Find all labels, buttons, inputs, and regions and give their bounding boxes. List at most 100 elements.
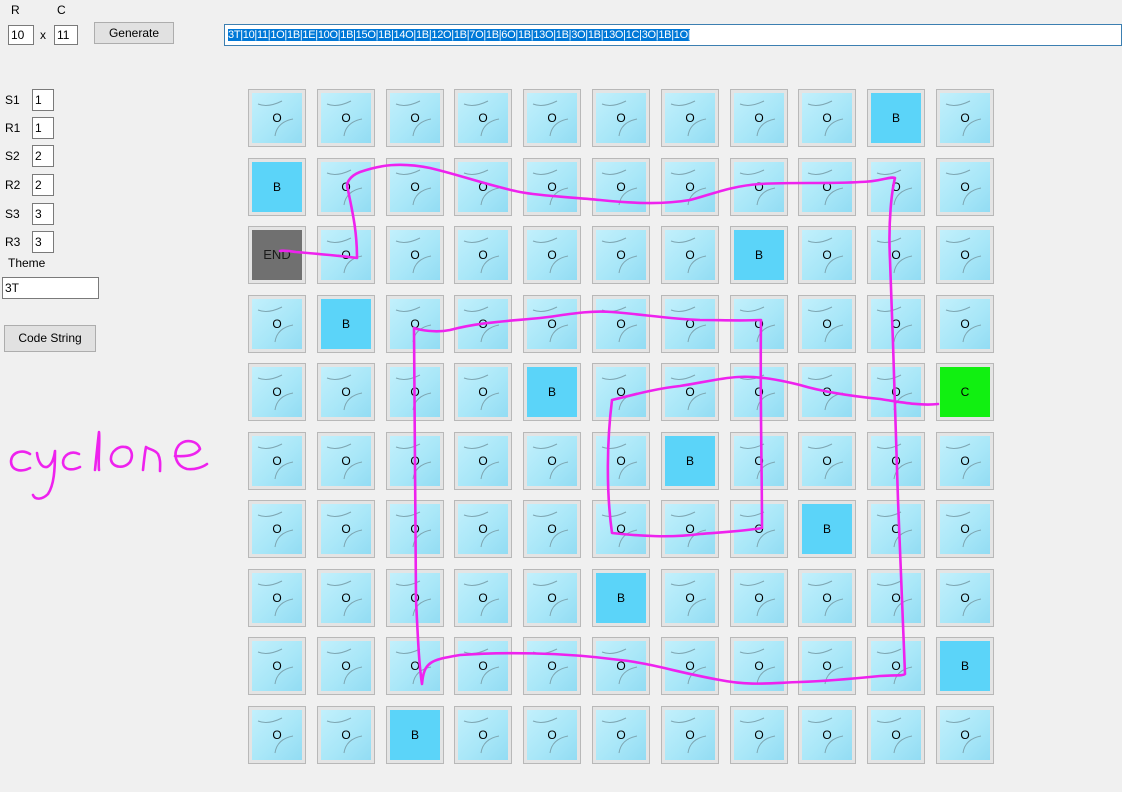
board-cell-open[interactable]: O: [798, 363, 856, 421]
board-cell-open[interactable]: O: [661, 363, 719, 421]
board-cell-open[interactable]: O: [730, 89, 788, 147]
board-cell-open[interactable]: O: [592, 363, 650, 421]
board-cell-open[interactable]: O: [730, 706, 788, 764]
board-cell-open[interactable]: O: [317, 226, 375, 284]
board-cell-open[interactable]: O: [386, 569, 444, 627]
board-cell-open[interactable]: O: [798, 295, 856, 353]
board-cell-open[interactable]: O: [317, 158, 375, 216]
board-cell-open[interactable]: O: [386, 295, 444, 353]
board-cell-end[interactable]: END: [248, 226, 306, 284]
board-cell-open[interactable]: O: [730, 295, 788, 353]
board-cell-blocked[interactable]: B: [248, 158, 306, 216]
board-cell-blocked[interactable]: B: [317, 295, 375, 353]
board-cell-open[interactable]: O: [248, 432, 306, 490]
board-cell-open[interactable]: O: [867, 226, 925, 284]
board-cell-open[interactable]: O: [936, 226, 994, 284]
board-cell-open[interactable]: O: [592, 295, 650, 353]
board-cell-open[interactable]: O: [523, 706, 581, 764]
board-cell-open[interactable]: O: [798, 637, 856, 695]
field-input-s1[interactable]: [32, 89, 54, 111]
board-cell-open[interactable]: O: [798, 706, 856, 764]
board-cell-open[interactable]: O: [523, 226, 581, 284]
board-cell-open[interactable]: O: [661, 89, 719, 147]
board-cell-open[interactable]: O: [317, 500, 375, 558]
board-cell-open[interactable]: O: [523, 89, 581, 147]
cols-input[interactable]: [54, 25, 78, 45]
board-cell-open[interactable]: O: [317, 637, 375, 695]
board-cell-blocked[interactable]: B: [936, 637, 994, 695]
board-cell-open[interactable]: O: [867, 637, 925, 695]
board-cell-open[interactable]: O: [317, 706, 375, 764]
board-cell-open[interactable]: O: [592, 226, 650, 284]
board-cell-open[interactable]: O: [592, 706, 650, 764]
board-cell-open[interactable]: O: [454, 500, 512, 558]
board-cell-open[interactable]: O: [386, 363, 444, 421]
board-cell-current[interactable]: C: [936, 363, 994, 421]
board-cell-open[interactable]: O: [798, 569, 856, 627]
board-cell-open[interactable]: O: [248, 295, 306, 353]
board-cell-open[interactable]: O: [867, 500, 925, 558]
board-cell-blocked[interactable]: B: [730, 226, 788, 284]
code-string-button[interactable]: Code String: [4, 325, 96, 352]
board-cell-open[interactable]: O: [592, 158, 650, 216]
board-cell-open[interactable]: O: [661, 158, 719, 216]
board-cell-open[interactable]: O: [936, 295, 994, 353]
board-cell-open[interactable]: O: [523, 432, 581, 490]
board-cell-open[interactable]: O: [386, 158, 444, 216]
field-input-r1[interactable]: [32, 117, 54, 139]
board-cell-open[interactable]: O: [936, 89, 994, 147]
board-cell-open[interactable]: O: [936, 500, 994, 558]
board-cell-open[interactable]: O: [661, 569, 719, 627]
board-cell-open[interactable]: O: [936, 569, 994, 627]
board-cell-open[interactable]: O: [867, 158, 925, 216]
board-cell-open[interactable]: O: [454, 363, 512, 421]
board-cell-open[interactable]: O: [798, 432, 856, 490]
board-cell-open[interactable]: O: [454, 432, 512, 490]
board-cell-open[interactable]: O: [661, 637, 719, 695]
theme-input[interactable]: [2, 277, 99, 299]
board-cell-open[interactable]: O: [661, 226, 719, 284]
board-cell-open[interactable]: O: [661, 295, 719, 353]
board-cell-open[interactable]: O: [386, 637, 444, 695]
board-cell-open[interactable]: O: [248, 500, 306, 558]
board-cell-open[interactable]: O: [454, 295, 512, 353]
field-input-s3[interactable]: [32, 203, 54, 225]
board-cell-open[interactable]: O: [592, 500, 650, 558]
board-cell-blocked[interactable]: B: [386, 706, 444, 764]
board-cell-open[interactable]: O: [248, 637, 306, 695]
board-cell-open[interactable]: O: [798, 158, 856, 216]
board-cell-open[interactable]: O: [248, 706, 306, 764]
board-cell-open[interactable]: O: [454, 637, 512, 695]
board-cell-open[interactable]: O: [661, 500, 719, 558]
board-cell-open[interactable]: O: [317, 432, 375, 490]
board-cell-open[interactable]: O: [592, 637, 650, 695]
board-cell-open[interactable]: O: [248, 569, 306, 627]
board-cell-open[interactable]: O: [730, 637, 788, 695]
board-cell-open[interactable]: O: [661, 706, 719, 764]
board-cell-open[interactable]: O: [592, 89, 650, 147]
board-cell-open[interactable]: O: [454, 569, 512, 627]
board-cell-blocked[interactable]: B: [523, 363, 581, 421]
board-cell-open[interactable]: O: [454, 158, 512, 216]
board-cell-open[interactable]: O: [523, 500, 581, 558]
board-cell-open[interactable]: O: [730, 432, 788, 490]
board-cell-open[interactable]: O: [386, 226, 444, 284]
board-cell-blocked[interactable]: B: [867, 89, 925, 147]
board-cell-open[interactable]: O: [867, 706, 925, 764]
board-cell-open[interactable]: O: [317, 363, 375, 421]
board-cell-open[interactable]: O: [523, 637, 581, 695]
board-cell-open[interactable]: O: [936, 706, 994, 764]
board-cell-open[interactable]: O: [454, 226, 512, 284]
generate-button[interactable]: Generate: [94, 22, 174, 44]
board-cell-open[interactable]: O: [523, 569, 581, 627]
board-cell-open[interactable]: O: [730, 500, 788, 558]
board-cell-open[interactable]: O: [730, 363, 788, 421]
board-cell-open[interactable]: O: [936, 158, 994, 216]
board-cell-blocked[interactable]: B: [592, 569, 650, 627]
field-input-r2[interactable]: [32, 174, 54, 196]
board-cell-open[interactable]: O: [730, 569, 788, 627]
board-cell-open[interactable]: O: [454, 706, 512, 764]
board-cell-open[interactable]: O: [867, 569, 925, 627]
board-cell-open[interactable]: O: [523, 158, 581, 216]
board-cell-open[interactable]: O: [454, 89, 512, 147]
